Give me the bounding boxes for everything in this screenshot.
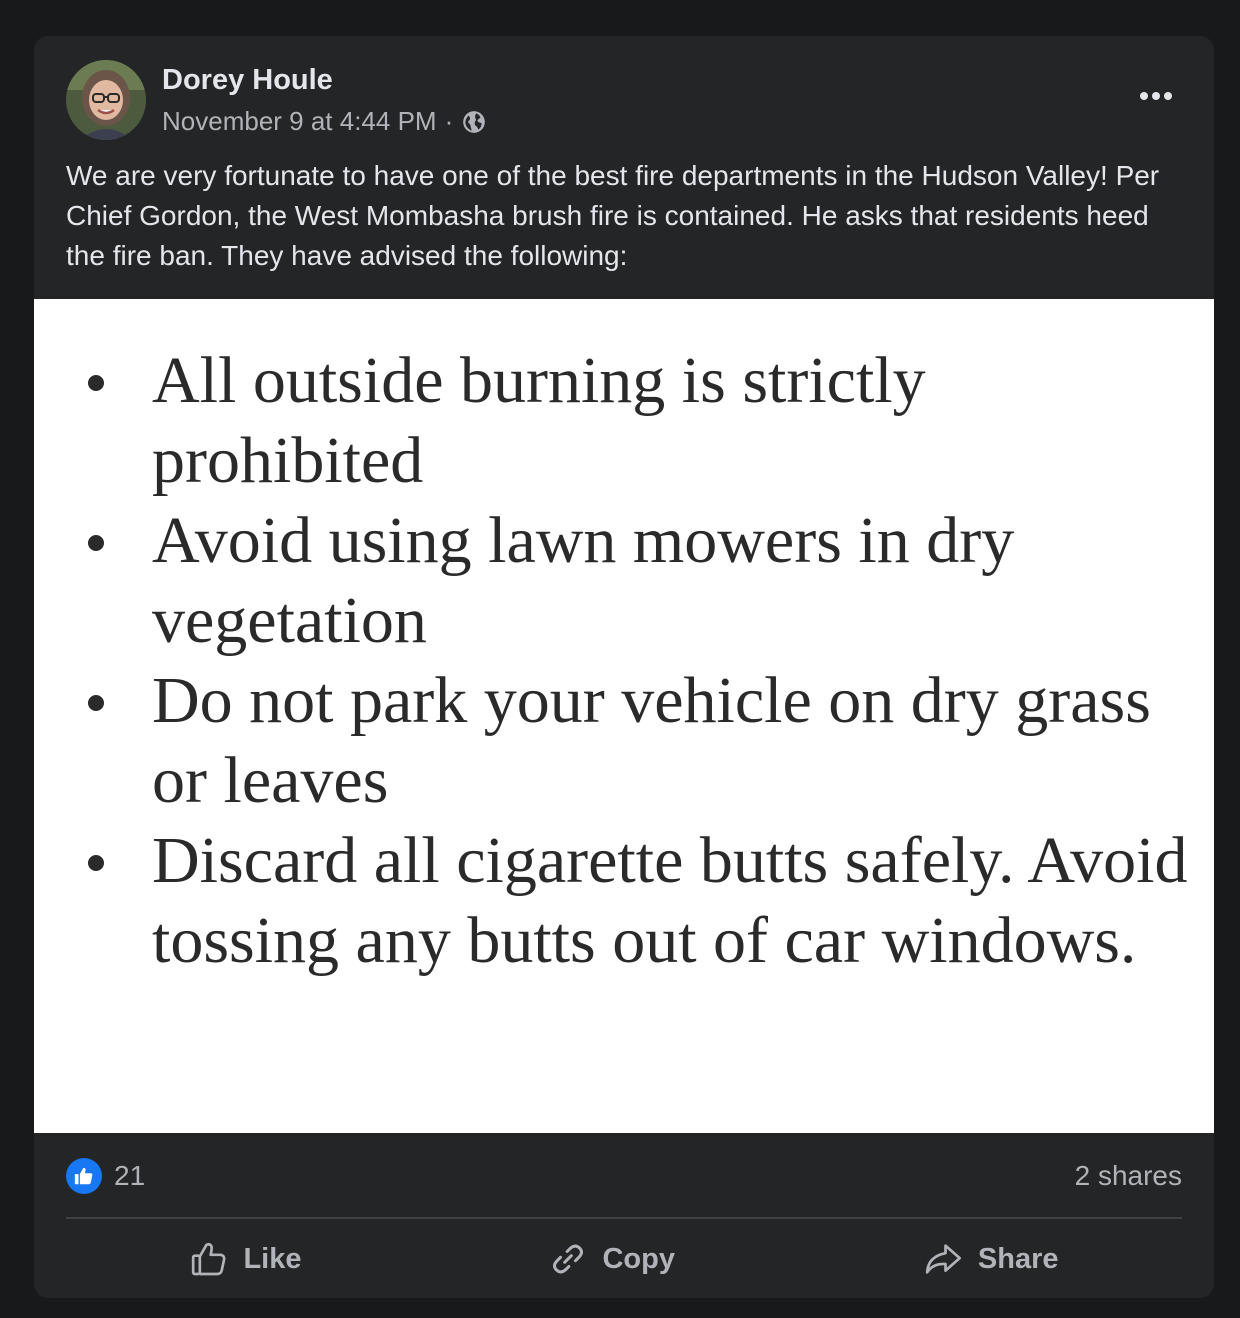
advisory-item: Discard all cigarette butts safely. Avoi… [34,821,1204,981]
copy-label: Copy [602,1242,675,1275]
advisory-text: Discard all cigarette butts safely. Avoi… [152,824,1188,977]
share-button[interactable]: Share [922,1239,1059,1279]
reactions-summary[interactable]: 21 [66,1158,145,1194]
bullet-icon [88,695,104,711]
like-icon [66,1158,102,1194]
post-card: Dorey Houle November 9 at 4:44 PM · We a… [34,36,1214,1298]
post-meta: November 9 at 4:44 PM · [162,106,487,137]
share-count[interactable]: 2 shares [1075,1160,1182,1192]
like-button[interactable]: Like [189,1239,302,1279]
bullet-icon [88,375,104,391]
advisory-text: Avoid using lawn mowers in dry vegetatio… [152,504,1015,657]
copy-button[interactable]: Copy [548,1239,675,1279]
share-label: Share [977,1242,1059,1275]
bullet-icon [88,535,104,551]
advisory-item: Avoid using lawn mowers in dry vegetatio… [34,501,1204,661]
author-name[interactable]: Dorey Houle [162,64,333,97]
meta-separator: · [444,106,454,136]
divider [66,1217,1182,1219]
advisory-text: All outside burning is strictly prohibit… [152,344,926,497]
like-label: Like [243,1242,302,1275]
bullet-icon [88,855,104,871]
advisory-text: Do not park your vehicle on dry grass or… [152,664,1151,817]
link-icon [548,1239,588,1279]
share-arrow-icon [922,1239,964,1279]
action-bar: Like Copy Share [66,1226,1182,1292]
globe-icon[interactable] [461,109,487,135]
advisory-item: Do not park your vehicle on dry grass or… [34,661,1204,821]
author-avatar[interactable] [66,60,146,140]
post-stats: 21 2 shares [66,1154,1182,1198]
post-text: We are very fortunate to have one of the… [66,160,1160,271]
post-image[interactable]: All outside burning is strictly prohibit… [34,299,1214,1133]
thumbs-up-icon [189,1239,229,1279]
advisory-item: All outside burning is strictly prohibit… [34,341,1204,501]
reaction-count: 21 [114,1160,146,1191]
post-timestamp[interactable]: November 9 at 4:44 PM [162,106,437,137]
more-options-icon[interactable] [1134,84,1178,108]
advisory-list: All outside burning is strictly prohibit… [34,341,1204,981]
